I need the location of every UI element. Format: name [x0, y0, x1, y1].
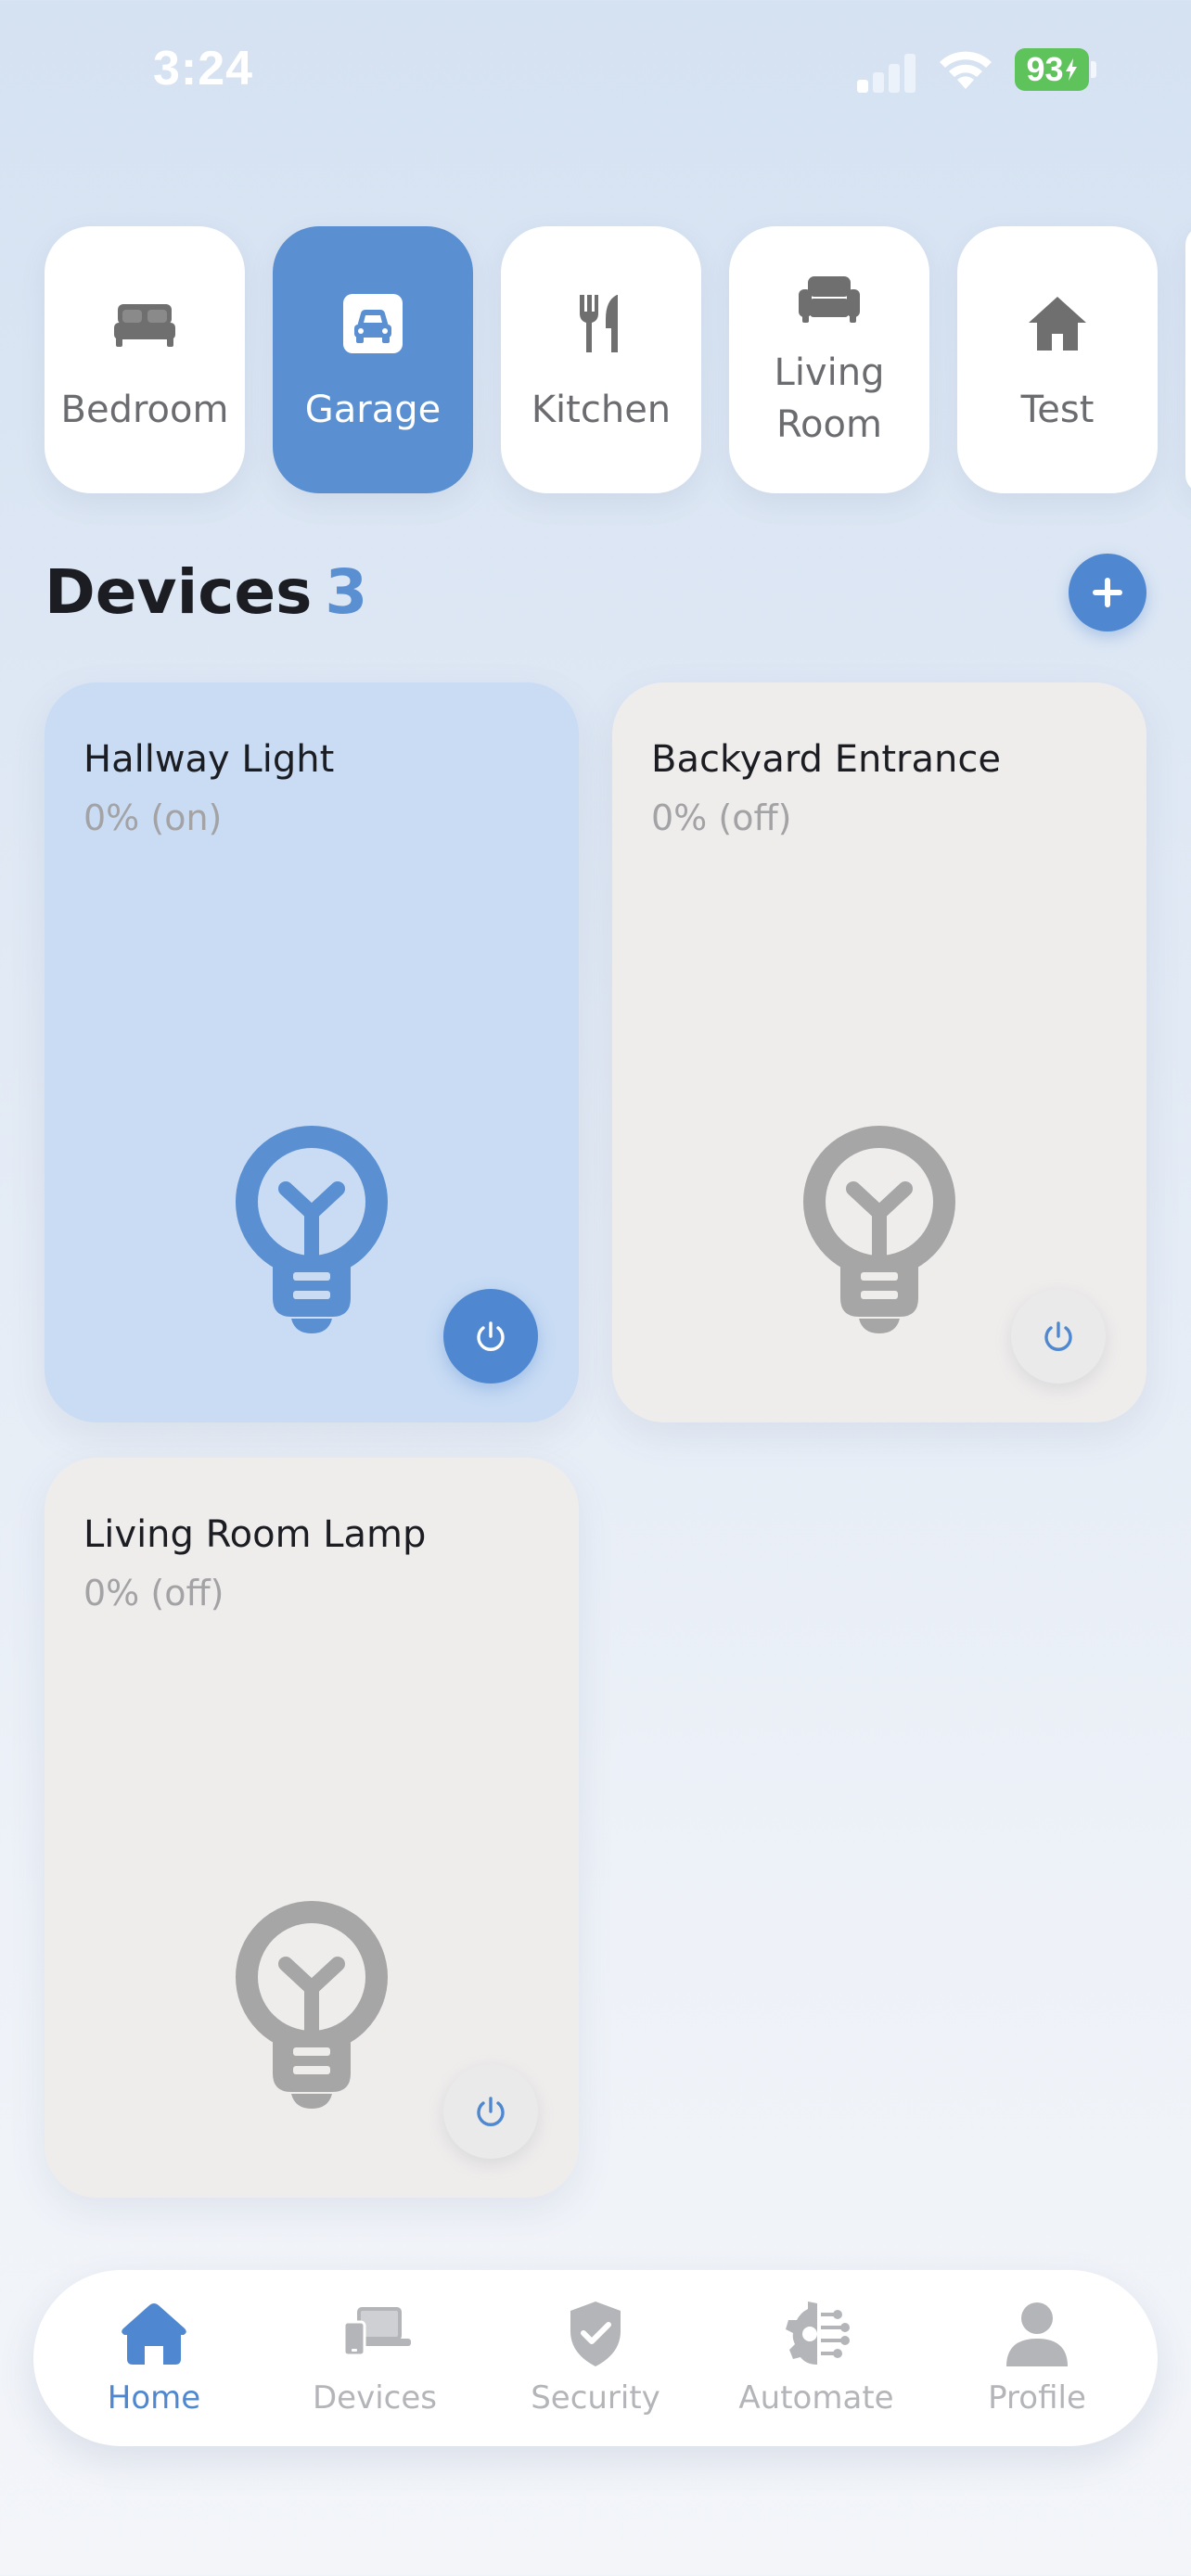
shield-check-icon [570, 2302, 621, 2366]
device-status: 0% (off) [651, 797, 792, 838]
battery-indicator: 93 [1015, 48, 1089, 91]
power-toggle-button[interactable] [443, 1289, 538, 1384]
charging-bolt-icon [1065, 58, 1077, 81]
lightbulb-icon [236, 1126, 388, 1333]
room-label-garage: Garage [304, 389, 442, 431]
power-toggle-button[interactable] [1011, 1289, 1106, 1384]
gear-circuit-icon [786, 2302, 850, 2365]
power-icon [1044, 1321, 1072, 1351]
room-label-living-room: Living Room [774, 351, 885, 446]
room-card-partial[interactable] [1185, 226, 1191, 493]
tab-label-security: Security [531, 2379, 660, 2417]
battery-level: 93 [1026, 50, 1064, 88]
lightbulb-icon [803, 1126, 955, 1333]
device-card-hallway-light[interactable]: Hallway Light 0% (on) [45, 682, 579, 1422]
tab-profile[interactable]: Profile [944, 2270, 1130, 2446]
room-card-garage[interactable]: Garage [273, 226, 473, 493]
status-time: 3:24 [153, 42, 254, 96]
battery-cap [1091, 61, 1096, 78]
room-card-bedroom[interactable]: Bedroom [45, 226, 245, 493]
room-label-bedroom: Bedroom [60, 389, 229, 431]
bottom-tab-bar: Home Devices Security Automate Profile [33, 2270, 1158, 2446]
tab-label-home: Home [107, 2379, 201, 2417]
device-card-living-room-lamp[interactable]: Living Room Lamp 0% (off) [45, 1458, 579, 2198]
home-icon [122, 2303, 186, 2365]
room-label-test: Test [1020, 389, 1095, 431]
room-card-kitchen[interactable]: Kitchen [501, 226, 701, 493]
car-icon [343, 294, 403, 353]
power-icon [477, 2097, 505, 2126]
device-card-backyard-entrance[interactable]: Backyard Entrance 0% (off) [612, 682, 1146, 1422]
device-status: 0% (on) [83, 797, 223, 838]
lightbulb-icon [236, 1901, 388, 2109]
devices-icon [342, 2307, 411, 2357]
tab-home[interactable]: Home [61, 2270, 247, 2446]
room-card-test[interactable]: Test [957, 226, 1158, 493]
bed-icon [114, 304, 175, 347]
add-device-button[interactable] [1069, 554, 1146, 631]
tab-label-automate: Automate [738, 2379, 894, 2417]
tab-label-profile: Profile [988, 2379, 1086, 2417]
plus-icon [1093, 578, 1122, 607]
power-toggle-button[interactable] [443, 2064, 538, 2159]
status-bar: 3:24 93 [0, 0, 1191, 139]
room-card-living-room[interactable]: Living Room [729, 226, 929, 493]
device-status: 0% (off) [83, 1573, 224, 1613]
device-name: Backyard Entrance [651, 738, 1001, 781]
power-icon [477, 1321, 505, 1351]
devices-title-text: Devices [45, 556, 313, 628]
sofa-icon [799, 276, 860, 323]
person-icon [1006, 2302, 1068, 2366]
tab-label-devices: Devices [313, 2379, 437, 2417]
device-name: Hallway Light [83, 738, 335, 781]
wifi-icon [940, 51, 992, 89]
tab-security[interactable]: Security [503, 2270, 688, 2446]
fork-knife-icon [580, 295, 618, 352]
room-label-kitchen: Kitchen [531, 389, 672, 431]
tab-automate[interactable]: Automate [724, 2270, 909, 2446]
room-selector: Bedroom Garage Kitchen Living Room Test [45, 226, 1191, 493]
house-icon [1029, 297, 1086, 351]
tab-devices[interactable]: Devices [282, 2270, 467, 2446]
device-name: Living Room Lamp [83, 1513, 427, 1556]
cellular-signal-icon [857, 52, 916, 93]
devices-section-title: Devices 3 [45, 556, 367, 628]
devices-count: 3 [325, 556, 368, 628]
